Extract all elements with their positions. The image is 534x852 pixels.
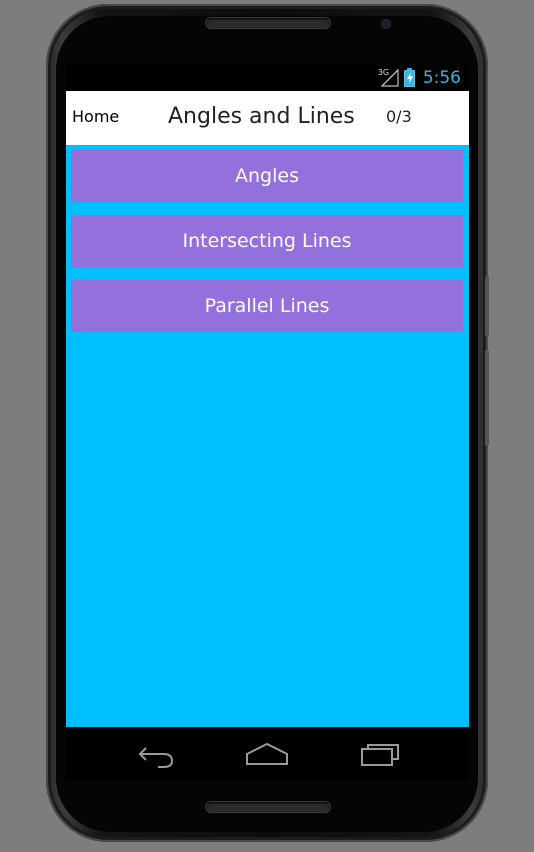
topic-list: Angles Intersecting Lines Parallel Lines	[66, 145, 469, 727]
back-button[interactable]	[132, 737, 180, 771]
back-icon	[138, 747, 174, 768]
front-camera	[382, 20, 390, 28]
home-icon	[246, 742, 288, 765]
topic-button-angles[interactable]: Angles	[71, 150, 463, 202]
navigation-bar	[66, 727, 469, 780]
battery-icon	[403, 67, 415, 87]
recent-apps-button[interactable]	[356, 737, 404, 771]
phone-screen: 3G 5:56 Home Angles and Lines 0/3 Angles…	[66, 64, 469, 780]
status-bar: 3G 5:56	[66, 64, 469, 91]
status-clock: 5:56	[422, 68, 461, 88]
topic-button-intersecting-lines[interactable]: Intersecting Lines	[71, 215, 463, 267]
topic-button-parallel-lines[interactable]: Parallel Lines	[71, 280, 463, 332]
recent-apps-icon	[361, 744, 399, 766]
status-icons: 3G 5:56	[378, 67, 461, 89]
volume-button[interactable]	[485, 350, 489, 446]
power-button[interactable]	[485, 276, 489, 336]
emulator-stage: 3G 5:56 Home Angles and Lines 0/3 Angles…	[0, 0, 534, 852]
home-button[interactable]: Home	[72, 107, 119, 126]
bottom-speaker-grille	[206, 802, 330, 812]
app-header: Home Angles and Lines 0/3	[66, 91, 469, 145]
signal-icon: 3G	[378, 68, 400, 88]
home-nav-button[interactable]	[243, 737, 291, 771]
progress-counter: 0/3	[386, 107, 412, 126]
page-title: Angles and Lines	[168, 104, 355, 129]
top-speaker-grille	[206, 18, 330, 28]
